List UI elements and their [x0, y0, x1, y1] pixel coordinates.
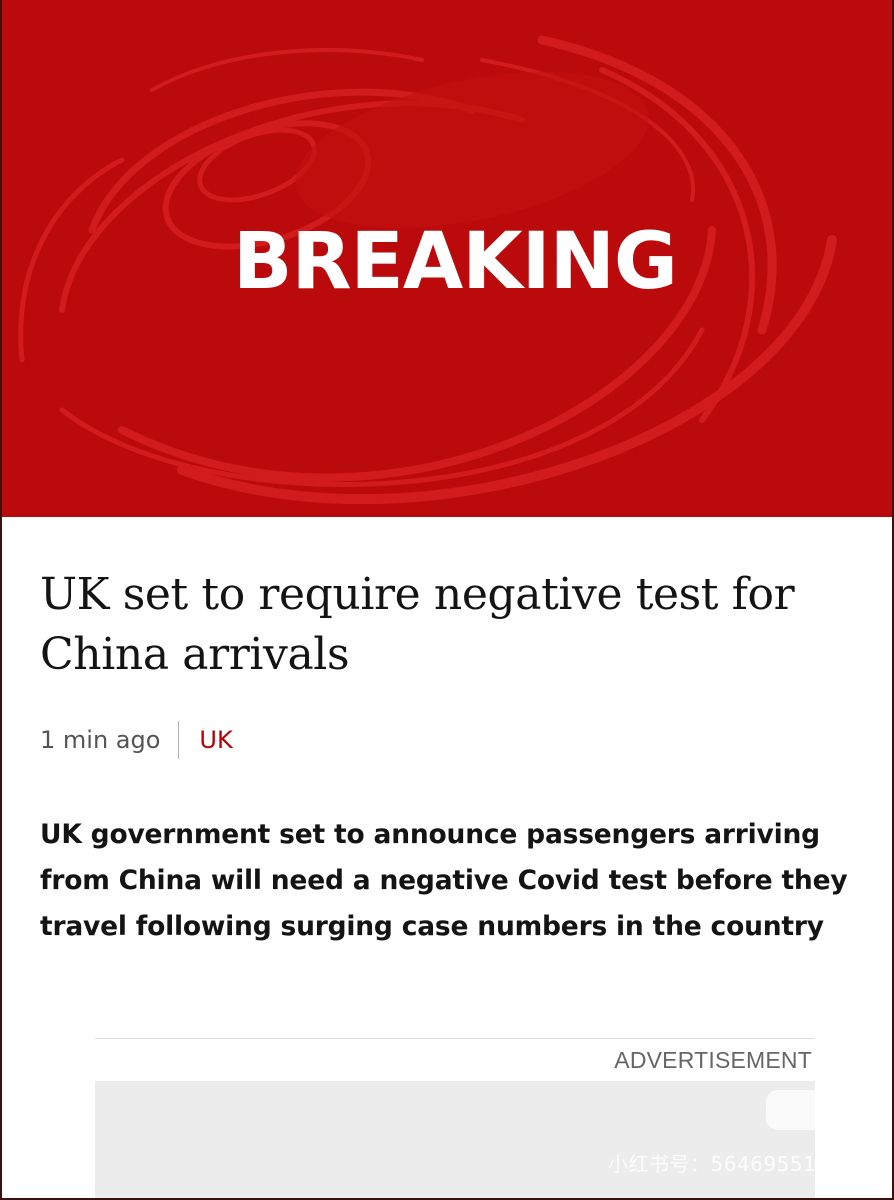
watermark-text: 小红书号：5646955198	[608, 1152, 843, 1176]
advertisement-label: ADVERTISEMENT	[614, 1047, 812, 1073]
article-meta: 1 min ago UK	[40, 721, 233, 759]
breaking-banner: BREAKING	[2, 0, 892, 517]
screenshot-frame: BREAKING UK set to require negative test…	[0, 0, 894, 1200]
meta-divider	[178, 721, 180, 759]
advertisement-slot[interactable]	[95, 1081, 815, 1198]
watermark-logo	[766, 1090, 862, 1130]
ad-divider	[95, 1038, 815, 1039]
article-timestamp: 1 min ago	[40, 726, 161, 754]
article-card: UK set to require negative test for Chin…	[2, 517, 892, 1198]
article-summary: UK government set to announce passengers…	[40, 819, 848, 942]
topic-link[interactable]: UK	[199, 726, 232, 754]
article-headline[interactable]: UK set to require negative test for Chin…	[40, 565, 880, 685]
breaking-label: BREAKING	[233, 217, 678, 307]
